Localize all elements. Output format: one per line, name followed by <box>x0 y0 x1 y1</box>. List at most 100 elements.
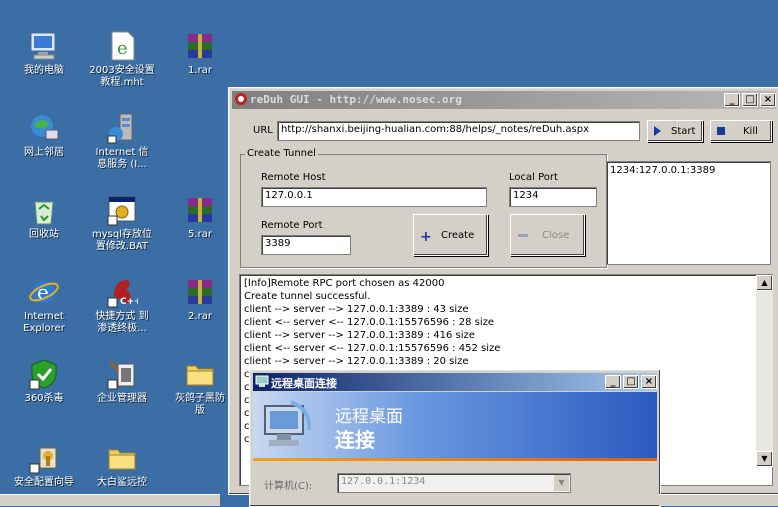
rdp-maximize-button[interactable]: □ <box>623 375 639 389</box>
rdp-app-icon <box>255 374 269 388</box>
security-wizard-icon <box>28 442 60 474</box>
internet-explorer-icon: e <box>28 276 60 308</box>
desktop-icon-huigezi-folder[interactable]: 灰鸽子黑防 版 <box>162 358 238 417</box>
bat-file-icon <box>106 194 138 226</box>
desktop-icon-label: 灰鸽子黑防 版 <box>175 393 225 416</box>
log-line: client <-- server <-- 127.0.0.1:15576596… <box>244 343 501 354</box>
desktop-icon-label: 1.rar <box>188 65 212 76</box>
create-button-label: Create <box>441 230 475 241</box>
kill-button[interactable]: Kill <box>710 120 772 142</box>
network-places-icon <box>28 112 60 144</box>
maximize-button[interactable]: □ <box>742 93 758 107</box>
desktop-icon-2-rar[interactable]: 2.rar <box>162 276 238 323</box>
rar-archive-icon <box>184 30 216 62</box>
start-button[interactable]: Start <box>647 120 703 142</box>
desktop-icon-mysql-bat[interactable]: mysql存放位 置修改.BAT <box>84 194 160 253</box>
desktop-icon-360[interactable]: 360杀毒 <box>6 358 82 405</box>
desktop-icon-my-computer[interactable]: 我的电脑 <box>6 30 82 77</box>
rdp-banner-bottom-stripe <box>253 458 657 461</box>
360-antivirus-icon <box>28 358 60 390</box>
my-computer-icon <box>28 30 60 62</box>
desktop-icon-label: 5.rar <box>188 229 212 240</box>
rar-archive-icon <box>184 276 216 308</box>
desktop-icon-label: 大白鲨远控 <box>97 477 147 488</box>
enterprise-manager-icon <box>106 358 138 390</box>
desktop-icon-label: mysql存放位 置修改.BAT <box>92 229 152 252</box>
computer-combobox[interactable]: 127.0.0.1:1234 ▼ <box>337 473 571 493</box>
rdp-window: 远程桌面连接 _ □ × 远程桌面 连接 计算机(C): 127.0.0.1:1… <box>249 369 661 507</box>
close-tunnel-button-label: Close <box>542 230 570 241</box>
rdp-titlebar[interactable]: 远程桌面连接 _ □ × <box>253 373 657 391</box>
remote-host-input[interactable]: 127.0.0.1 <box>261 187 487 207</box>
desktop-icon-label: 回收站 <box>29 229 59 240</box>
desktop-icon-mht[interactable]: e 2003安全设置 教程.mht <box>84 30 160 89</box>
computer-value: 127.0.0.1:1234 <box>341 476 426 487</box>
minus-icon <box>518 234 528 237</box>
start-button-label: Start <box>671 126 696 137</box>
desktop-icon-5-rar[interactable]: 5.rar <box>162 194 238 241</box>
plus-icon: + <box>420 229 432 245</box>
desktop-icon-label: 2003安全设置 教程.mht <box>89 65 155 88</box>
desktop-icon-label: 网上邻居 <box>24 147 64 158</box>
reduh-title: reDuh GUI - http://www.nosec.org <box>250 93 462 106</box>
scroll-up-button[interactable]: ▲ <box>756 275 773 291</box>
folder-icon <box>184 358 216 390</box>
tunnel-list-item[interactable]: 1234:127.0.0.1:3389 <box>610 165 767 176</box>
desktop-icon-security-wizard[interactable]: 安全配置向导 <box>6 442 82 489</box>
close-tunnel-button[interactable]: Close <box>510 214 585 256</box>
desktop-icon-label: 我的电脑 <box>24 65 64 76</box>
url-label: URL <box>253 125 273 136</box>
svg-text:e: e <box>117 38 128 59</box>
stop-icon <box>717 127 725 135</box>
rdp-title: 远程桌面连接 <box>271 377 337 390</box>
log-line: client <-- server <-- 127.0.0.1:15576596… <box>244 317 495 328</box>
desktop-icon-enterprise-manager[interactable]: 企业管理器 <box>84 358 160 405</box>
remote-desktop-icon <box>261 400 317 456</box>
reduh-horizontal-scrollbar[interactable] <box>659 494 778 506</box>
desktop-icon-network[interactable]: 网上邻居 <box>6 112 82 159</box>
remote-port-input[interactable]: 3389 <box>261 235 351 255</box>
desktop-icon-cpp-shortcut[interactable]: C++ 快捷方式 到 渗透终极... <box>84 276 160 335</box>
desktop-icon-label: Internet 信 息服务 (I... <box>95 147 149 170</box>
url-input[interactable]: http://shanxi.beijing-hualian.com:88/hel… <box>277 121 640 141</box>
chevron-down-icon[interactable]: ▼ <box>554 475 569 491</box>
rar-archive-icon <box>184 194 216 226</box>
log-line: client --> server --> 127.0.0.1:3389 : 4… <box>244 330 475 341</box>
desktop-horizontal-scrollbar[interactable] <box>0 494 220 506</box>
close-window-button[interactable]: × <box>760 93 776 107</box>
log-scrollbar[interactable] <box>756 275 773 467</box>
local-port-label: Local Port <box>509 172 558 183</box>
reduh-titlebar[interactable]: reDuh GUI - http://www.nosec.org _ □ × <box>232 91 776 109</box>
desktop-icon-iis[interactable]: Internet 信 息服务 (I... <box>84 112 160 171</box>
tunnel-list[interactable]: 1234:127.0.0.1:3389 <box>606 161 771 265</box>
create-button[interactable]: + Create <box>413 214 488 256</box>
reduh-app-icon <box>234 92 248 106</box>
rdp-minimize-button[interactable]: _ <box>605 375 621 389</box>
computer-label: 计算机(C): <box>264 481 313 492</box>
rdp-close-button[interactable]: × <box>641 375 657 389</box>
minimize-button[interactable]: _ <box>724 93 740 107</box>
remote-host-label: Remote Host <box>261 172 326 183</box>
rdp-banner-line2: 连接 <box>335 428 375 452</box>
desktop-icon-recycle-bin[interactable]: 回收站 <box>6 194 82 241</box>
desktop-icon-label: 360杀毒 <box>24 393 64 404</box>
create-tunnel-label: Create Tunnel <box>245 148 318 159</box>
desktop-icon-label: Internet Explorer <box>23 311 65 334</box>
log-line: client --> server --> 127.0.0.1:3389 : 2… <box>244 356 469 367</box>
svg-text:C++: C++ <box>120 297 138 307</box>
cpp-shortcut-icon: C++ <box>106 276 142 308</box>
desktop-icon-label: 企业管理器 <box>97 393 147 404</box>
desktop-icon-label: 2.rar <box>188 311 212 322</box>
local-port-input[interactable]: 1234 <box>509 187 597 207</box>
folder-icon <box>106 442 138 474</box>
desktop-icon-ie[interactable]: e Internet Explorer <box>6 276 82 335</box>
scroll-down-button[interactable]: ▼ <box>756 451 773 467</box>
desktop-icon-dabaisha-folder[interactable]: 大白鲨远控 <box>84 442 160 489</box>
iis-icon <box>106 112 138 144</box>
desktop-icon-label: 快捷方式 到 渗透终极... <box>95 311 149 334</box>
remote-port-label: Remote Port <box>261 220 323 231</box>
log-line: client --> server --> 127.0.0.1:3389 : 4… <box>244 304 469 315</box>
desktop-icon-1-rar[interactable]: 1.rar <box>162 30 238 77</box>
log-line: [Info]Remote RPC port chosen as 42000 <box>244 278 445 289</box>
play-icon <box>654 126 661 136</box>
